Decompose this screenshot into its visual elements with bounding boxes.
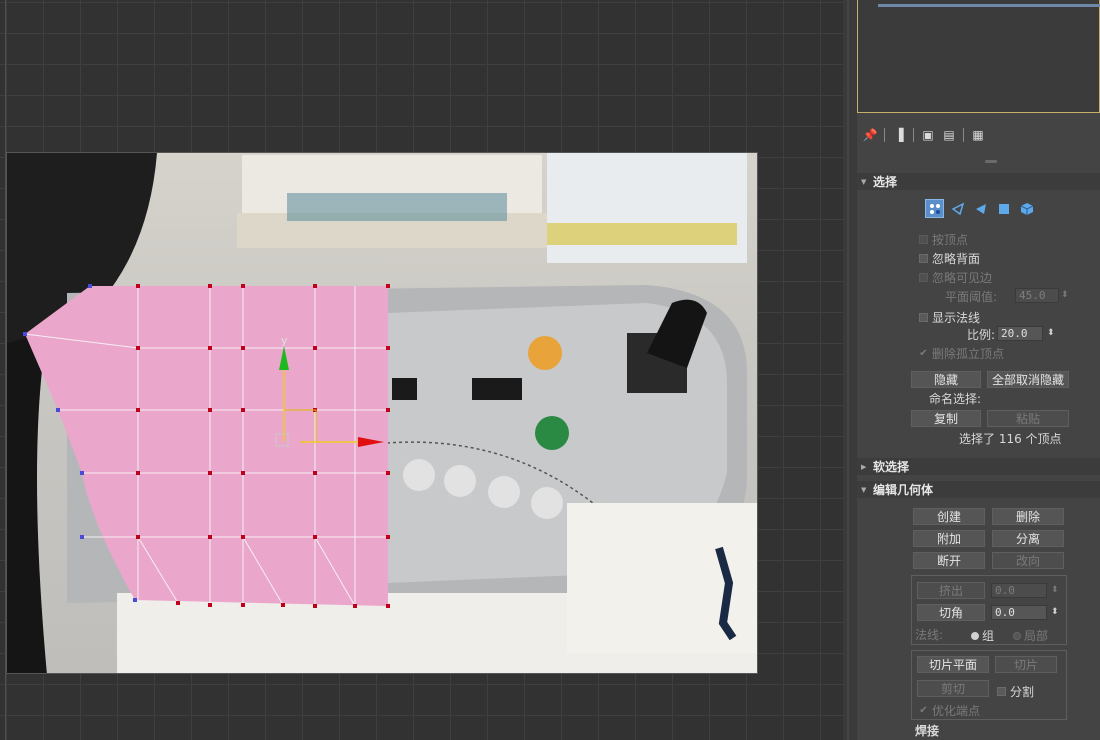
normals-scale-label: 比例: — [967, 328, 996, 342]
viewport[interactable]: y — [0, 0, 843, 740]
viewport-panel-separator — [843, 0, 857, 740]
normals-local-radio[interactable]: 局部 — [1013, 627, 1048, 644]
element-mode-icon[interactable] — [1017, 199, 1036, 218]
move-gizmo[interactable]: y — [0, 0, 843, 740]
split-checkbox[interactable]: 分割 — [997, 683, 1034, 700]
weld-group-label: 焊接 — [915, 724, 940, 738]
edge-mode-icon[interactable] — [948, 199, 967, 218]
slice-button[interactable]: 切片 — [995, 656, 1057, 673]
copy-named-selection-button[interactable]: 复制 — [911, 410, 981, 427]
collapse-triangle-icon: ▼ — [861, 177, 867, 186]
by-vertex-checkbox[interactable]: 按顶点 — [919, 231, 968, 248]
gizmo-y-arrow[interactable] — [279, 346, 289, 370]
pin-icon[interactable]: 📌 — [863, 128, 878, 142]
check-mark-icon: ✔ — [919, 705, 928, 716]
detach-button[interactable]: 分离 — [992, 530, 1064, 547]
unhide-all-button[interactable]: 全部取消隐藏 — [987, 371, 1069, 388]
extrude-spinner[interactable]: 0.0 — [991, 583, 1047, 598]
modify-panel: 📌 ▐ ▣ ▤ ▦ ▼ 选择 按顶点 忽略背面 忽略可见边 平面阈值: 45.0… — [857, 0, 1100, 740]
modifier-stack-selected-item[interactable] — [878, 4, 1100, 7]
planar-threshold-spinner[interactable]: 45.0 — [1015, 288, 1059, 303]
spinner-arrows-icon[interactable]: ⬍ — [1051, 607, 1059, 617]
break-button[interactable]: 断开 — [913, 552, 985, 569]
config-icon[interactable]: ▤ — [942, 128, 956, 142]
planar-threshold-label: 平面阈值: — [945, 290, 998, 304]
panel-resize-grip[interactable] — [985, 160, 997, 163]
settings-icon[interactable]: ▦ — [971, 128, 985, 142]
vertex-mode-icon[interactable] — [925, 199, 944, 218]
chamfer-spinner[interactable]: 0.0 — [991, 605, 1047, 620]
cut-button[interactable]: 剪切 — [917, 680, 989, 697]
spinner-arrows-icon[interactable]: ⬍ — [1061, 290, 1069, 300]
show-normals-checkbox[interactable]: 显示法线 — [919, 309, 980, 326]
rollout-edit-geometry-title: 编辑几何体 — [873, 483, 934, 497]
attach-button[interactable]: 附加 — [913, 530, 985, 547]
create-button[interactable]: 创建 — [913, 508, 985, 525]
stack-toolbar: 📌 ▐ ▣ ▤ ▦ — [857, 124, 1100, 146]
check-mark-icon: ✔ — [919, 348, 928, 359]
delete-isolated-vertices-checkbox[interactable]: ✔ 删除孤立顶点 — [919, 345, 1004, 362]
rollout-selection-header[interactable]: ▼ 选择 — [857, 173, 1100, 190]
spinner-arrows-icon[interactable]: ⬍ — [1047, 328, 1055, 338]
hide-button[interactable]: 隐藏 — [911, 371, 981, 388]
gizmo-plane-handle[interactable] — [284, 409, 317, 442]
collapse-triangle-icon: ▼ — [861, 485, 867, 494]
rollout-soft-selection-title: 软选择 — [873, 460, 910, 474]
delete-button[interactable]: 删除 — [992, 508, 1064, 525]
toolbar-divider — [913, 128, 914, 142]
named-selection-label: 命名选择: — [929, 392, 982, 406]
ignore-backfacing-checkbox[interactable]: 忽略背面 — [919, 250, 980, 267]
refine-ends-checkbox[interactable]: ✔ 优化端点 — [919, 702, 980, 719]
toolbar-divider — [963, 128, 964, 142]
slice-plane-button[interactable]: 切片平面 — [917, 656, 989, 673]
turn-button[interactable]: 改向 — [992, 552, 1064, 569]
gizmo-center-box[interactable] — [275, 433, 289, 447]
toolbar-divider — [884, 128, 885, 142]
rollout-edit-geometry-header[interactable]: ▼ 编辑几何体 — [857, 481, 1100, 498]
subobject-mode-bar — [925, 199, 1036, 218]
border-mode-icon[interactable] — [971, 199, 990, 218]
modifier-icon[interactable]: ▣ — [921, 128, 935, 142]
rollout-selection-title: 选择 — [873, 175, 898, 189]
modifier-stack-list[interactable] — [857, 0, 1100, 113]
normals-scale-spinner[interactable]: 20.0 — [997, 326, 1043, 341]
rollout-soft-selection-header[interactable]: ▶ 软选择 — [857, 458, 1100, 475]
stack-icon[interactable]: ▐ — [892, 128, 906, 142]
ignore-visible-edges-checkbox[interactable]: 忽略可见边 — [919, 269, 992, 286]
expand-triangle-icon: ▶ — [861, 462, 867, 471]
paste-named-selection-button[interactable]: 粘贴 — [987, 410, 1069, 427]
selection-status-text: 选择了 116 个顶点 — [959, 432, 1062, 446]
normals-group-radio[interactable]: 组 — [971, 627, 994, 644]
gizmo-x-arrow[interactable] — [358, 437, 384, 447]
extrude-button[interactable]: 挤出 — [917, 582, 985, 599]
normals-label: 法线: — [915, 628, 944, 642]
polygon-mode-icon[interactable] — [994, 199, 1013, 218]
spinner-arrows-icon[interactable]: ⬍ — [1051, 585, 1059, 595]
gizmo-y-label: y — [281, 334, 288, 347]
chamfer-button[interactable]: 切角 — [917, 604, 985, 621]
